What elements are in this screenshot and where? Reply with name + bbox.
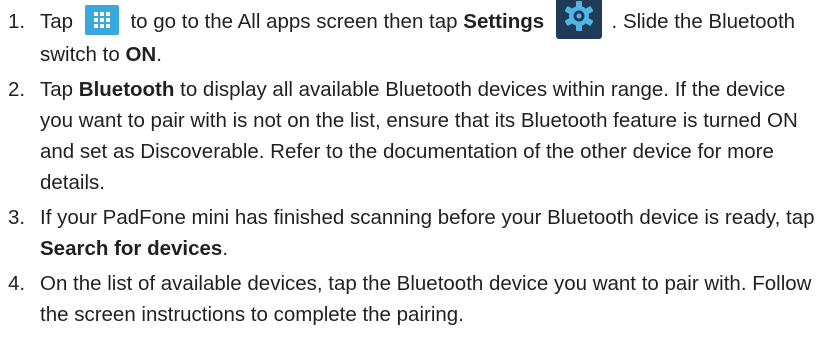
step-text: If your PadFone mini has finished scanni… bbox=[40, 202, 820, 264]
step-3: 3. If your PadFone mini has finished sca… bbox=[8, 202, 820, 264]
step-1: 1. Tap to go to the All apps screen then… bbox=[8, 0, 820, 70]
step-text-part: Tap bbox=[40, 10, 74, 33]
search-for-devices-label: Search for devices bbox=[40, 236, 223, 260]
step-number: 1. bbox=[8, 10, 26, 33]
step-text-part: . bbox=[156, 42, 162, 66]
step-number: 2. bbox=[8, 77, 26, 101]
step-text-part: . bbox=[222, 236, 229, 260]
step-2: 2. Tap Bluetooth to display all availabl… bbox=[8, 74, 820, 198]
instruction-list: 1. Tap to go to the All apps screen then… bbox=[8, 0, 820, 334]
all-apps-icon bbox=[84, 4, 119, 35]
step-text-part: to go to the All apps screen then tap bbox=[130, 10, 458, 33]
step-4: 4. On the list of available devices, tap… bbox=[8, 268, 820, 330]
settings-label: Settings bbox=[463, 10, 545, 33]
step-text-part: If your PadFone mini has finished scanni… bbox=[40, 205, 815, 229]
step-text: Tap Bluetooth to display all available B… bbox=[40, 74, 820, 198]
step-text-part: Tap bbox=[40, 77, 74, 101]
bluetooth-label: Bluetooth bbox=[78, 77, 175, 101]
settings-gear-icon bbox=[555, 0, 602, 39]
step-number: 3. bbox=[8, 205, 26, 229]
step-text: Tap to go to the All apps screen then ta… bbox=[40, 0, 820, 70]
step-number: 4. bbox=[8, 271, 26, 295]
step-text: On the list of available devices, tap th… bbox=[40, 268, 820, 330]
on-label: ON bbox=[125, 42, 157, 66]
step-text-part: On the list of available devices, tap th… bbox=[40, 271, 812, 326]
